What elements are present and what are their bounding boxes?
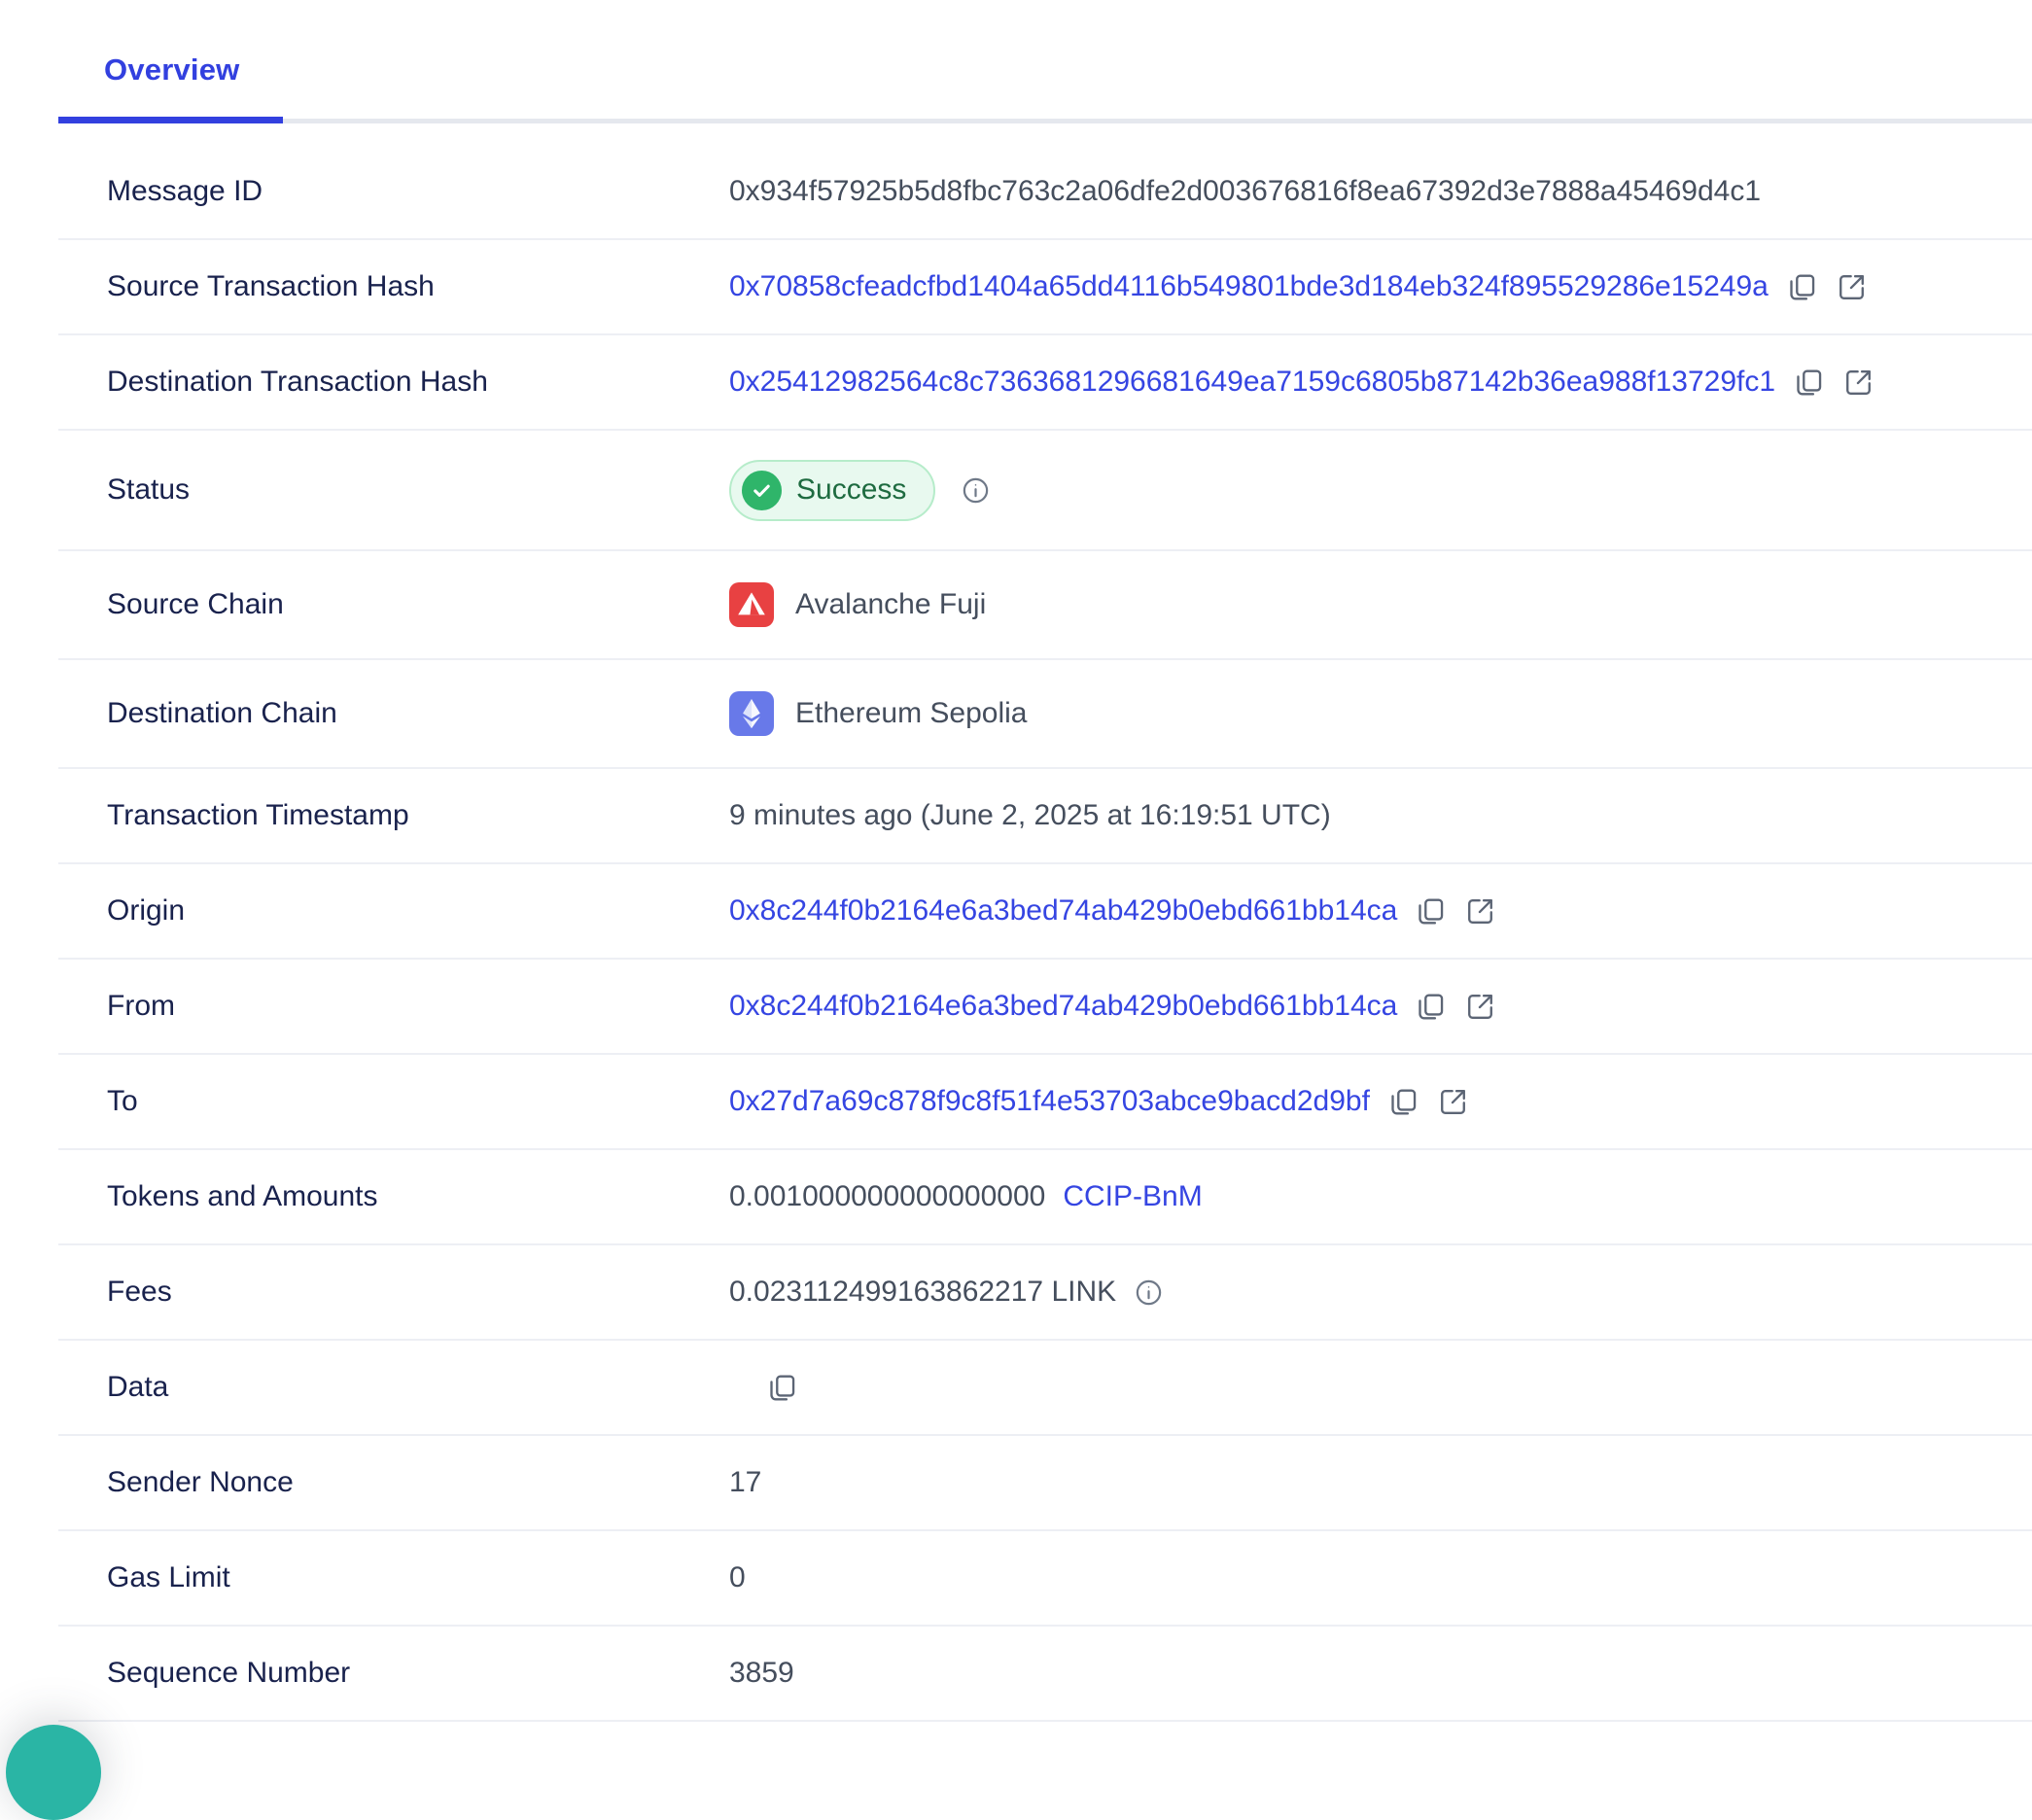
source-tx-hash-link[interactable]: 0x70858cfeadcfbd1404a65dd4116b549801bde3… (729, 270, 1769, 303)
table-row-status: Status Success (58, 431, 2032, 551)
copy-icon[interactable] (1415, 991, 1447, 1023)
info-icon[interactable] (961, 475, 991, 506)
copy-icon[interactable] (1793, 367, 1825, 399)
row-label: Sequence Number (107, 1657, 729, 1690)
table-row-source-tx-hash: Source Transaction Hash 0x70858cfeadcfbd… (58, 240, 2032, 335)
copy-icon[interactable] (1786, 271, 1818, 303)
table-row-origin: Origin 0x8c244f0b2164e6a3bed74ab429b0ebd… (58, 864, 2032, 960)
row-label: Source Chain (107, 588, 729, 621)
sequence-number-value: 3859 (729, 1657, 794, 1690)
row-label: Sender Nonce (107, 1466, 729, 1499)
destination-chain-name: Ethereum Sepolia (795, 697, 1027, 730)
table-row-tokens-and-amounts: Tokens and Amounts 0.001000000000000000 … (58, 1150, 2032, 1245)
sender-nonce-value: 17 (729, 1466, 761, 1499)
status-text: Success (796, 473, 906, 507)
copy-icon[interactable] (1387, 1086, 1419, 1118)
table-row-source-chain: Source Chain Avalanche Fuji (58, 551, 2032, 660)
row-label: Destination Transaction Hash (107, 366, 729, 399)
row-label: Data (107, 1371, 729, 1404)
external-link-icon[interactable] (1437, 1086, 1469, 1118)
external-link-icon[interactable] (1842, 367, 1874, 399)
tab-overview[interactable]: Overview (58, 27, 283, 123)
table-row-destination-chain: Destination Chain Ethereum Sepolia (58, 660, 2032, 769)
message-id-value: 0x934f57925b5d8fbc763c2a06dfe2d003676816… (729, 175, 1761, 208)
row-label: Gas Limit (107, 1561, 729, 1594)
copy-icon[interactable] (1415, 895, 1447, 928)
table-row-sender-nonce: Sender Nonce 17 (58, 1436, 2032, 1531)
row-label: Status (107, 473, 729, 507)
row-label: Transaction Timestamp (107, 799, 729, 832)
row-label: Source Transaction Hash (107, 270, 729, 303)
external-link-icon[interactable] (1464, 895, 1496, 928)
tab-bar: Overview (58, 0, 2032, 123)
table-row-fees: Fees 0.023112499163862217 LINK (58, 1245, 2032, 1341)
external-link-icon[interactable] (1836, 271, 1868, 303)
row-label: Message ID (107, 175, 729, 208)
destination-tx-hash-link[interactable]: 0x25412982564c8c7363681296681649ea7159c6… (729, 366, 1775, 399)
table-row-data: Data (58, 1341, 2032, 1436)
avalanche-icon (729, 582, 774, 627)
info-icon[interactable] (1134, 1278, 1164, 1308)
row-label: Fees (107, 1276, 729, 1309)
check-circle-icon (742, 471, 782, 510)
tab-overview-label: Overview (104, 52, 239, 87)
gas-limit-value: 0 (729, 1561, 746, 1594)
token-symbol-link[interactable]: CCIP-BnM (1063, 1180, 1202, 1213)
status-badge: Success (729, 460, 935, 521)
table-row-to: To 0x27d7a69c878f9c8f51f4e53703abce9bacd… (58, 1055, 2032, 1150)
table-row-from: From 0x8c244f0b2164e6a3bed74ab429b0ebd66… (58, 960, 2032, 1055)
row-label: To (107, 1085, 729, 1118)
table-row-message-id: Message ID 0x934f57925b5d8fbc763c2a06dfe… (58, 145, 2032, 240)
token-amount: 0.001000000000000000 (729, 1180, 1045, 1213)
table-row-gas-limit: Gas Limit 0 (58, 1531, 2032, 1627)
external-link-icon[interactable] (1464, 991, 1496, 1023)
origin-address-link[interactable]: 0x8c244f0b2164e6a3bed74ab429b0ebd661bb14… (729, 894, 1397, 928)
copy-icon[interactable] (766, 1372, 798, 1404)
ethereum-icon (729, 691, 774, 736)
row-label: Origin (107, 894, 729, 928)
row-label: From (107, 990, 729, 1023)
overview-table: Message ID 0x934f57925b5d8fbc763c2a06dfe… (58, 123, 2032, 1722)
from-address-link[interactable]: 0x8c244f0b2164e6a3bed74ab429b0ebd661bb14… (729, 990, 1397, 1023)
row-label: Destination Chain (107, 697, 729, 730)
to-address-link[interactable]: 0x27d7a69c878f9c8f51f4e53703abce9bacd2d9… (729, 1085, 1370, 1118)
table-row-transaction-timestamp: Transaction Timestamp 9 minutes ago (Jun… (58, 769, 2032, 864)
fees-value: 0.023112499163862217 LINK (729, 1276, 1116, 1309)
table-row-sequence-number: Sequence Number 3859 (58, 1627, 2032, 1722)
table-row-destination-tx-hash: Destination Transaction Hash 0x254129825… (58, 335, 2032, 431)
row-label: Tokens and Amounts (107, 1180, 729, 1213)
source-chain-name: Avalanche Fuji (795, 588, 986, 621)
chat-widget[interactable] (6, 1725, 101, 1820)
timestamp-value: 9 minutes ago (June 2, 2025 at 16:19:51 … (729, 799, 1331, 832)
